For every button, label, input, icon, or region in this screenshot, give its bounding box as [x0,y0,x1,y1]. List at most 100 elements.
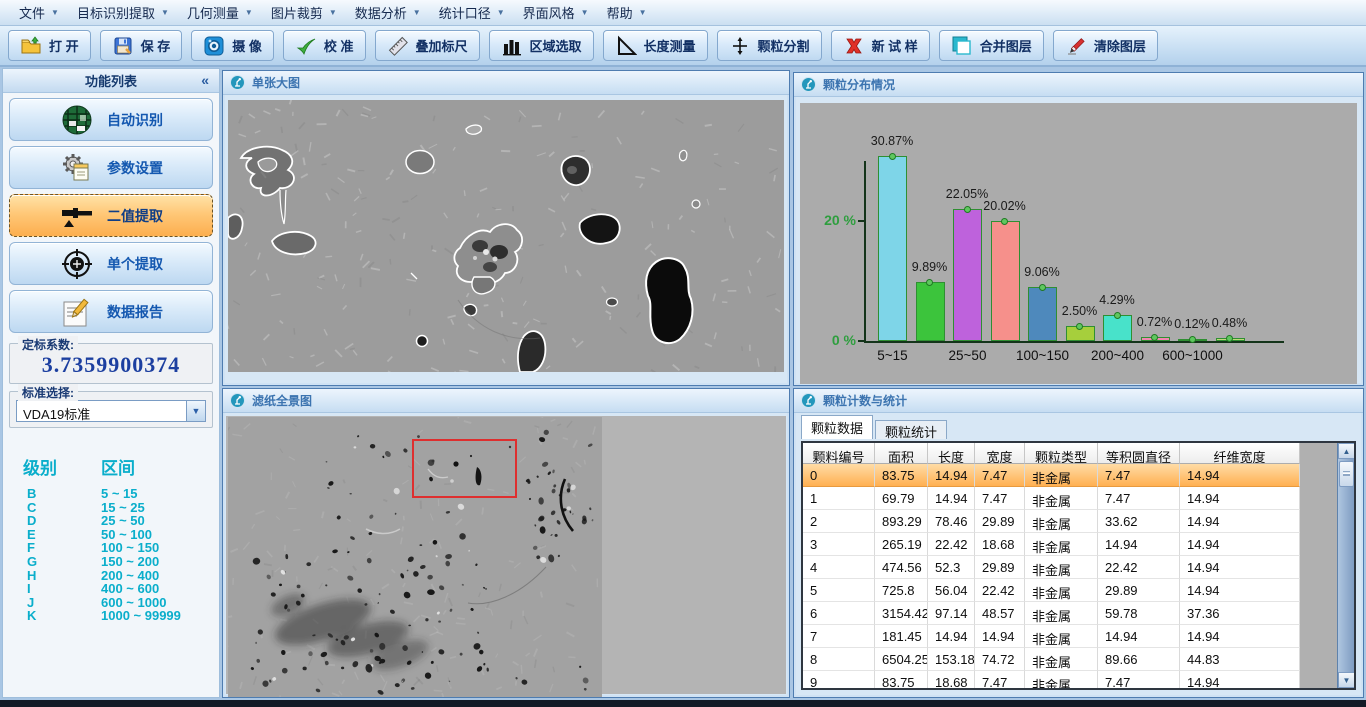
bar-value-label: 20.02% [969,199,1041,213]
chevron-down-icon: ▼ [192,406,201,416]
table-cell: 29.89 [1098,579,1180,602]
particle-stats-panel: 颗粒计数与统计 颗粒数据 颗粒统计 颗料编号面积长度宽度颗粒类型等积圆直径纤维宽… [793,388,1364,698]
column-header[interactable]: 等积圆直径 [1098,443,1180,464]
level-row: G150 ~ 200 [23,555,219,569]
standard-select-arrow[interactable]: ▼ [186,401,205,421]
microscope-icon [801,393,816,408]
overlay-ruler-icon [387,35,409,57]
binary-extract-button[interactable]: 二值提取 [9,194,213,237]
menu-help[interactable]: 帮助▼ [598,1,656,25]
column-header[interactable]: 宽度 [975,443,1025,464]
single-image-panel-header: 单张大图 [223,71,789,95]
table-cell: 14.94 [1098,533,1180,556]
auto-detect-button[interactable]: 自动识别 [9,98,213,141]
table-cell: 474.56 [875,556,928,579]
menu-data-analysis[interactable]: 数据分析▼ [346,1,430,25]
save-floppy-icon [112,35,134,57]
scroll-down-icon[interactable]: ▼ [1338,672,1355,688]
table-cell: 0 [803,464,875,487]
standard-select[interactable]: VDA19标准 ▼ [16,400,206,422]
y-axis-tick-label: 20 % [812,212,856,228]
table-cell: 非金属 [1025,510,1098,533]
tab-particle-statistics[interactable]: 颗粒统计 [875,420,947,439]
single-micro-image[interactable] [228,100,784,372]
table-row[interactable]: 63154.4297.1448.57非金属59.7837.36 [803,602,1300,625]
data-report-button[interactable]: 数据报告 [9,290,213,333]
menu-file[interactable]: 文件▼ [10,1,68,25]
panorama-image[interactable] [228,417,602,697]
open-folder-icon [20,35,42,57]
table-cell: 非金属 [1025,579,1098,602]
overlay-ruler-button[interactable]: 叠加标尺 [375,30,480,61]
table-cell: 153.18 [928,648,975,671]
table-cell: 非金属 [1025,602,1098,625]
table-cell: 8 [803,648,875,671]
single-image-panel-title: 单张大图 [252,74,300,91]
region-select-button[interactable]: 区域选取 [489,30,594,61]
menu-geometry-measure[interactable]: 几何测量▼ [178,1,262,25]
bar-marker-dot [926,279,933,286]
table-cell: 14.94 [1180,464,1300,487]
tab-particle-data[interactable]: 颗粒数据 [801,415,873,439]
scrollbar-thumb[interactable] [1339,461,1354,487]
table-row[interactable]: 3265.1922.4218.68非金属14.9414.94 [803,533,1300,556]
bar-value-label: 4.29% [1081,293,1153,307]
column-header[interactable]: 纤维宽度 [1180,443,1300,464]
toolbar: 打 开 保 存 摄 像 校 准 叠加标尺 区域选取 长度测量 颗粒分割 新 试 … [0,26,1366,67]
table-row[interactable]: 4474.5652.329.89非金属22.4214.94 [803,556,1300,579]
column-header[interactable]: 面积 [875,443,928,464]
table-row[interactable]: 86504.25153.1874.72非金属89.6644.83 [803,648,1300,671]
table-cell: 非金属 [1025,625,1098,648]
table-row[interactable]: 169.7914.947.47非金属7.4714.94 [803,487,1300,510]
table-cell: 74.72 [975,648,1025,671]
scroll-up-icon[interactable]: ▲ [1338,443,1355,459]
table-row[interactable]: 2893.2978.4629.89非金属33.6214.94 [803,510,1300,533]
calibrate-check-icon [295,35,317,57]
level-row: B5 ~ 15 [23,487,219,501]
new-sample-button[interactable]: 新 试 样 [831,30,930,61]
single-extract-button[interactable]: 单个提取 [9,242,213,285]
open-button[interactable]: 打 开 [8,30,91,61]
table-row[interactable]: 083.7514.947.47非金属7.4714.94 [803,464,1300,487]
column-header[interactable]: 颗料编号 [803,443,875,464]
camera-icon [203,35,225,57]
menu-image-crop[interactable]: 图片裁剪▼ [262,1,346,25]
level-col-header: 级别 [23,454,101,479]
particle-split-button[interactable]: 颗粒分割 [717,30,822,61]
bar-marker-dot [1076,323,1083,330]
column-header[interactable]: 颗粒类型 [1025,443,1098,464]
column-header[interactable]: 长度 [928,443,975,464]
save-button[interactable]: 保 存 [100,30,183,61]
length-measure-button[interactable]: 长度测量 [603,30,708,61]
table-cell: 89.66 [1098,648,1180,671]
table-cell: 44.83 [1180,648,1300,671]
particle-distribution-chart: 20 %0 %30.87%9.89%22.05%20.02%9.06%2.50%… [800,103,1357,384]
menu-target-recognition[interactable]: 目标识别提取▼ [68,1,178,25]
table-cell: 893.29 [875,510,928,533]
single-image-panel: 单张大图 [222,70,790,386]
table-cell: 非金属 [1025,648,1098,671]
chart-bar [991,221,1020,341]
clear-layers-icon [1065,35,1087,57]
table-row[interactable]: 5725.856.0422.42非金属29.8914.94 [803,579,1300,602]
collapse-sidebar-icon[interactable]: « [201,72,209,88]
table-scrollbar[interactable]: ▲ ▼ [1337,443,1354,688]
table-cell: 48.57 [975,602,1025,625]
calibrate-button[interactable]: 校 准 [283,30,366,61]
table-cell: 14.94 [1180,533,1300,556]
table-cell: 97.14 [928,602,975,625]
menu-ui-style[interactable]: 界面风格▼ [514,1,598,25]
table-cell: 14.94 [928,625,975,648]
merge-layers-button[interactable]: 合并图层 [939,30,1044,61]
camera-button[interactable]: 摄 像 [191,30,274,61]
x-axis-tick-label: 5~15 [851,348,935,363]
clear-layers-button[interactable]: 清除图层 [1053,30,1158,61]
chart-bar [916,282,945,341]
table-row[interactable]: 983.7518.687.47非金属7.4714.94 [803,671,1300,688]
menu-statistics-scope[interactable]: 统计口径▼ [430,1,514,25]
parameter-settings-button[interactable]: 参数设置 [9,146,213,189]
table-row[interactable]: 7181.4514.9414.94非金属14.9414.94 [803,625,1300,648]
table-cell: 69.79 [875,487,928,510]
calibration-value: 3.7359900374 [16,352,206,378]
new-sample-icon [843,35,865,57]
